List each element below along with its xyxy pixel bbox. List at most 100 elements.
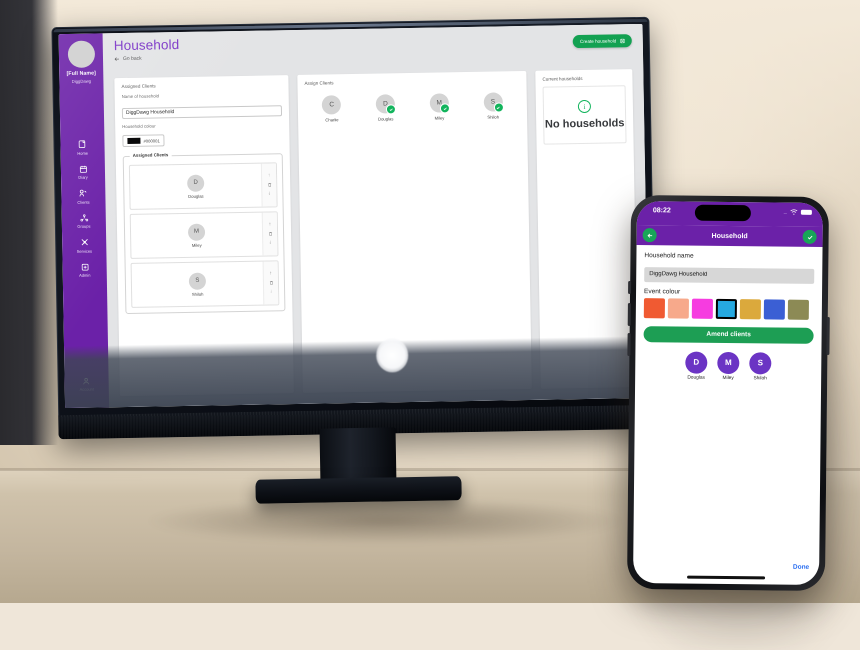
sidebar-item-account[interactable]: Account <box>79 376 94 392</box>
services-icon <box>80 238 89 247</box>
dynamic-island <box>694 204 751 222</box>
save-icon <box>619 38 625 43</box>
phone-client-shiloh[interactable]: S Shiloh <box>749 351 772 381</box>
move-up-icon[interactable]: ↑ <box>269 270 272 276</box>
move-up-icon[interactable]: ↑ <box>269 221 272 227</box>
check-icon <box>807 235 812 240</box>
account-icon <box>82 376 91 385</box>
phone-colour-swatches <box>643 297 814 320</box>
arrow-left-icon <box>647 233 652 238</box>
phone-client-miley[interactable]: M Miley <box>717 351 740 381</box>
assign-clients-grid: C Charlie D Douglas M Miley S Shiloh <box>305 87 521 122</box>
assigned-client-card[interactable]: S Shiloh ↑ ↓ <box>130 260 280 308</box>
avatar-wrapper: C <box>322 95 342 115</box>
assign-client-miley[interactable]: M Miley <box>417 93 461 120</box>
app-content: Household Go back Create household Assig… <box>102 23 650 408</box>
delete-icon[interactable] <box>268 231 273 236</box>
admin-icon <box>80 262 89 271</box>
assign-client-douglas[interactable]: D Douglas <box>363 94 407 121</box>
battery-icon <box>800 209 812 216</box>
panel-current-heading: Current households <box>542 75 583 82</box>
colour-swatch-1[interactable] <box>643 297 665 318</box>
assigned-client-info: S Shiloh <box>132 262 264 307</box>
home-indicator[interactable] <box>687 575 766 580</box>
panel-current-households: Current households i No households <box>535 69 638 389</box>
amend-clients-button[interactable]: Amend clients <box>643 325 814 344</box>
move-down-icon[interactable]: ↓ <box>268 190 271 196</box>
colour-swatch-7[interactable] <box>787 299 809 320</box>
colour-swatch-3[interactable] <box>691 298 713 319</box>
signal-icon: .... <box>783 209 787 216</box>
sidebar-label-home: Home <box>77 150 89 156</box>
avatar: M <box>717 351 740 374</box>
colour-swatch-6[interactable] <box>763 298 785 320</box>
sidebar-item-services[interactable]: Services <box>76 238 93 254</box>
assigned-client-tools: ↑ ↓ <box>261 212 278 256</box>
sidebar-item-home[interactable]: Home <box>77 140 89 156</box>
assign-client-name: Charlie <box>325 116 339 122</box>
assigned-client-name: Shiloh <box>191 291 204 297</box>
sidebar-label-admin: Admin <box>79 272 91 278</box>
check-icon <box>439 103 450 114</box>
status-indicators: .... <box>783 209 812 216</box>
phone-back-button[interactable] <box>642 228 657 243</box>
sidebar-item-clients[interactable]: Clients <box>77 189 90 204</box>
colour-swatch-5[interactable] <box>739 298 761 319</box>
monitor-base <box>255 476 462 504</box>
move-down-icon[interactable]: ↓ <box>269 239 272 245</box>
move-up-icon[interactable]: ↑ <box>268 172 271 178</box>
phone-power-button[interactable] <box>826 317 830 356</box>
phone-client-douglas[interactable]: D Douglas <box>685 351 708 380</box>
avatar-wrapper: M <box>429 93 450 114</box>
household-colour-picker[interactable]: #000001 <box>122 134 165 148</box>
info-icon: i <box>577 99 592 114</box>
phone-confirm-button[interactable] <box>802 229 817 244</box>
panel-assigned-clients: Assigned Clients Name of household House… <box>114 75 294 397</box>
assigned-client-tools: ↑ ↓ <box>260 163 277 207</box>
sidebar-item-diary[interactable]: Diary <box>78 164 88 180</box>
sidebar-item-groups[interactable]: Groups <box>77 213 91 229</box>
move-down-icon[interactable]: ↓ <box>270 288 273 294</box>
panel-assign-heading: Assign Clients <box>304 80 334 86</box>
household-name-input[interactable] <box>121 104 283 119</box>
avatar: M <box>187 223 206 241</box>
colour-hex-value: #000001 <box>143 137 160 144</box>
avatar: S <box>188 272 207 290</box>
assigned-client-card[interactable]: M Miley ↑ ↓ <box>129 211 279 259</box>
done-button[interactable]: Done <box>793 564 809 571</box>
assigned-client-card[interactable]: D Douglas ↑ ↓ <box>128 162 278 210</box>
sidebar-label-diary: Diary <box>78 174 88 180</box>
sidebar-nav: Home Diary Clients Groups Services Admin <box>75 140 93 278</box>
monitor-shadow <box>150 498 620 544</box>
colour-swatch-4-selected[interactable] <box>715 298 737 319</box>
create-household-button[interactable]: Create household <box>572 34 632 49</box>
go-back-label: Go back <box>122 55 142 63</box>
phone-footer: Done <box>633 561 819 585</box>
app-sidebar: [Full Name] DiggDawg Home Diary Clients <box>58 33 110 409</box>
phone-volume-down-button[interactable] <box>627 332 631 356</box>
wifi-icon <box>790 209 798 216</box>
sidebar-label-services: Services <box>76 248 93 254</box>
avatar: D <box>685 351 708 374</box>
groups-icon <box>79 213 88 222</box>
colour-swatch-2[interactable] <box>667 297 689 319</box>
mobile-phone: 08:22 .... Household Household name Even… <box>626 194 830 592</box>
delete-icon[interactable] <box>267 182 272 187</box>
phone-client-name: Shiloh <box>753 375 767 381</box>
panel-assign-clients: Assign Clients C Charlie D Douglas M Mil… <box>297 70 532 393</box>
avatar[interactable] <box>67 40 95 68</box>
assign-client-charlie[interactable]: C Charlie <box>310 95 354 122</box>
assign-client-name: Shiloh <box>487 113 500 120</box>
sidebar-label-account: Account <box>79 386 95 392</box>
sidebar-org-name: DiggDawg <box>71 78 92 84</box>
assign-client-shiloh[interactable]: S Shiloh <box>471 92 515 119</box>
assign-client-name: Miley <box>434 114 445 121</box>
app-topbar: Household Go back Create household <box>103 24 644 78</box>
assigned-clients-legend: Assigned Clients <box>129 152 172 158</box>
delete-icon[interactable] <box>268 280 273 285</box>
status-time: 08:22 <box>652 207 671 215</box>
phone-volume-up-button[interactable] <box>627 302 631 326</box>
phone-household-name-input[interactable] <box>644 266 815 284</box>
sidebar-item-admin[interactable]: Admin <box>79 262 91 278</box>
phone-mute-switch[interactable] <box>628 280 632 294</box>
